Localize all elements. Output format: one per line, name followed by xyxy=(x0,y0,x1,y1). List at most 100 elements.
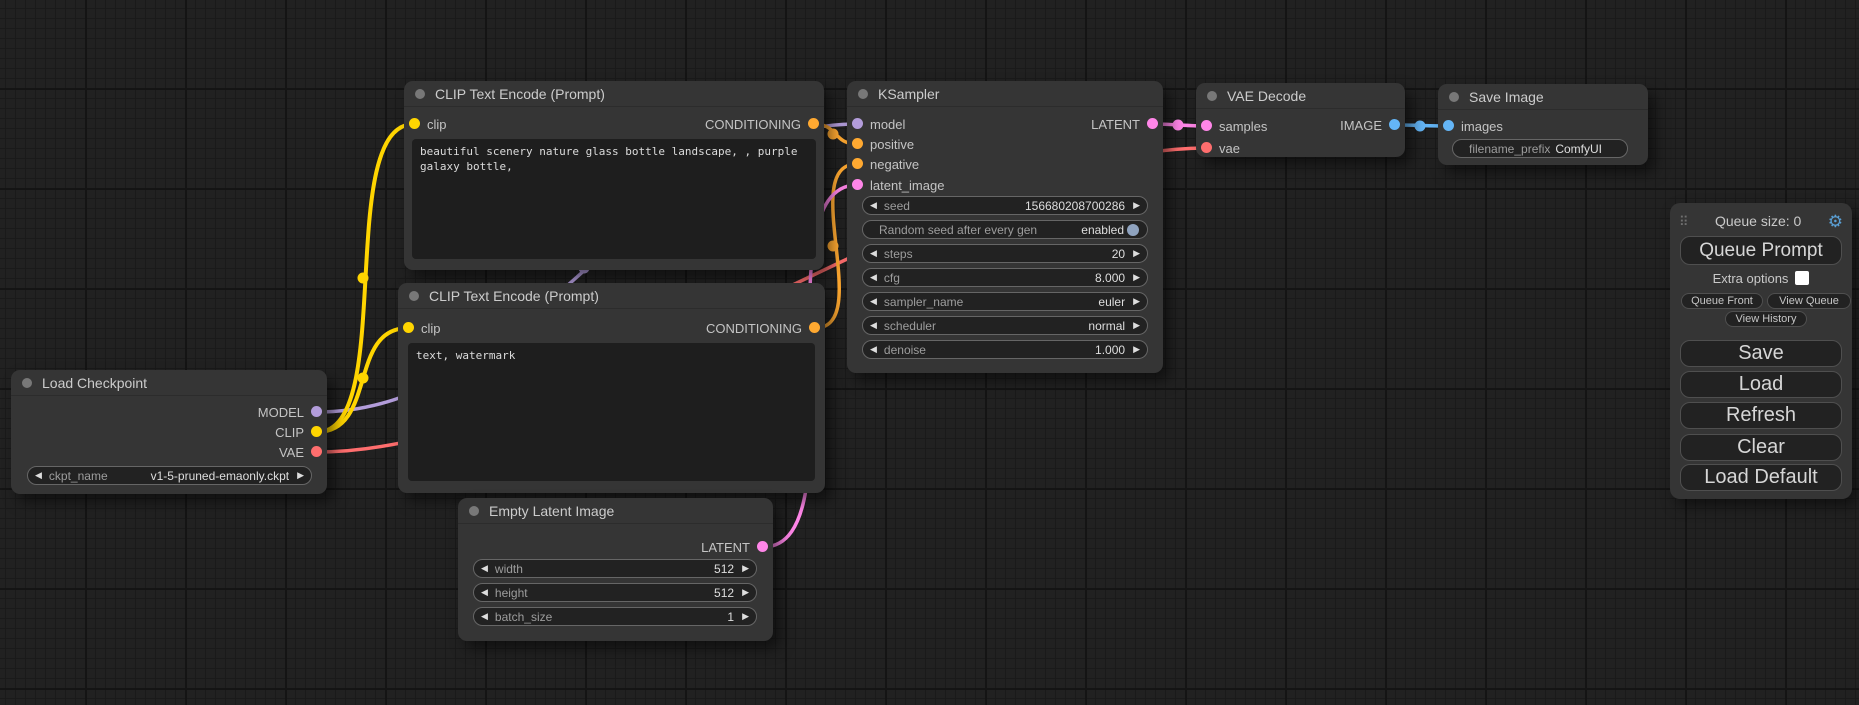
output-port-conditioning[interactable] xyxy=(808,118,819,129)
view-queue-button[interactable]: View Queue xyxy=(1767,293,1851,309)
decrement-arrow-icon[interactable]: ◀ xyxy=(870,345,877,354)
node-save-image[interactable]: Save Image images filename_prefix ComfyU… xyxy=(1438,84,1648,165)
refresh-button[interactable]: Refresh xyxy=(1680,402,1842,429)
decrement-arrow-icon[interactable]: ◀ xyxy=(35,471,42,480)
node-clip-text-encode-positive[interactable]: CLIP Text Encode (Prompt) clip CONDITION… xyxy=(404,81,824,270)
widget-value: v1-5-pruned-emaonly.ckpt xyxy=(151,469,290,483)
widget-label: batch_size xyxy=(495,610,552,624)
increment-arrow-icon[interactable]: ▶ xyxy=(1133,201,1140,210)
node-graph-canvas[interactable]: Load Checkpoint MODEL CLIP VAE ◀ ckpt_na… xyxy=(0,0,1859,705)
node-header[interactable]: CLIP Text Encode (Prompt) xyxy=(404,81,824,107)
output-port-conditioning[interactable] xyxy=(809,322,820,333)
decrement-arrow-icon[interactable]: ◀ xyxy=(870,321,877,330)
output-port-latent[interactable] xyxy=(757,541,768,552)
ckpt-name-widget[interactable]: ◀ ckpt_name v1-5-pruned-emaonly.ckpt ▶ xyxy=(27,466,312,485)
output-slot-conditioning: CONDITIONING xyxy=(404,116,824,132)
input-port-vae[interactable] xyxy=(1201,142,1212,153)
collapse-dot-icon[interactable] xyxy=(469,506,479,516)
node-header[interactable]: Save Image xyxy=(1438,84,1648,110)
input-port-positive[interactable] xyxy=(852,138,863,149)
output-port-image[interactable] xyxy=(1389,119,1400,130)
link-midpoint-dot xyxy=(1415,121,1426,132)
prompt-textarea[interactable]: text, watermark xyxy=(408,343,815,481)
sampler-name-widget[interactable]: ◀ sampler_name euler ▶ xyxy=(862,292,1148,311)
scheduler-widget[interactable]: ◀ scheduler normal ▶ xyxy=(862,316,1148,335)
input-port-negative[interactable] xyxy=(852,158,863,169)
output-port-latent[interactable] xyxy=(1147,118,1158,129)
input-port-images[interactable] xyxy=(1443,120,1454,131)
decrement-arrow-icon[interactable]: ◀ xyxy=(481,564,488,573)
prompt-textarea[interactable]: beautiful scenery nature glass bottle la… xyxy=(412,139,816,259)
increment-arrow-icon[interactable]: ▶ xyxy=(1133,321,1140,330)
decrement-arrow-icon[interactable]: ◀ xyxy=(870,201,877,210)
toggle-knob-icon[interactable] xyxy=(1127,224,1139,236)
increment-arrow-icon[interactable]: ▶ xyxy=(1133,273,1140,282)
collapse-dot-icon[interactable] xyxy=(1449,92,1459,102)
increment-arrow-icon[interactable]: ▶ xyxy=(1133,297,1140,306)
seed-widget[interactable]: ◀ seed 156680208700286 ▶ xyxy=(862,196,1148,215)
queue-front-button[interactable]: Queue Front xyxy=(1681,293,1763,309)
width-widget[interactable]: ◀ width 512 ▶ xyxy=(473,559,757,578)
drag-handle-icon[interactable]: ⠿ xyxy=(1679,215,1689,228)
collapse-dot-icon[interactable] xyxy=(409,291,419,301)
widget-value: 512 xyxy=(714,586,734,600)
node-title: CLIP Text Encode (Prompt) xyxy=(429,288,599,304)
collapse-dot-icon[interactable] xyxy=(1207,91,1217,101)
output-label: VAE xyxy=(279,445,304,460)
input-slot-latent-image: latent_image xyxy=(847,177,1163,193)
output-port-vae[interactable] xyxy=(311,446,322,457)
cfg-widget[interactable]: ◀ cfg 8.000 ▶ xyxy=(862,268,1148,287)
node-title: Empty Latent Image xyxy=(489,503,614,519)
node-header[interactable]: Load Checkpoint xyxy=(11,370,327,396)
collapse-dot-icon[interactable] xyxy=(415,89,425,99)
increment-arrow-icon[interactable]: ▶ xyxy=(1133,345,1140,354)
node-header[interactable]: VAE Decode xyxy=(1196,83,1405,109)
output-slot-latent: LATENT xyxy=(458,539,773,555)
widget-label: Random seed after every gen xyxy=(879,223,1037,237)
node-header[interactable]: KSampler xyxy=(847,81,1163,107)
collapse-dot-icon[interactable] xyxy=(22,378,32,388)
node-header[interactable]: Empty Latent Image xyxy=(458,498,773,524)
increment-arrow-icon[interactable]: ▶ xyxy=(297,471,304,480)
decrement-arrow-icon[interactable]: ◀ xyxy=(870,249,877,258)
node-ksampler[interactable]: KSampler model positive negative latent_… xyxy=(847,81,1163,373)
collapse-dot-icon[interactable] xyxy=(858,89,868,99)
node-header[interactable]: CLIP Text Encode (Prompt) xyxy=(398,283,825,309)
clear-button[interactable]: Clear xyxy=(1680,434,1842,461)
link-midpoint-dot xyxy=(358,373,369,384)
settings-gear-icon[interactable]: ⚙ xyxy=(1828,213,1843,230)
decrement-arrow-icon[interactable]: ◀ xyxy=(870,297,877,306)
decrement-arrow-icon[interactable]: ◀ xyxy=(481,588,488,597)
node-empty-latent-image[interactable]: Empty Latent Image LATENT ◀ width 512 ▶ … xyxy=(458,498,773,641)
denoise-widget[interactable]: ◀ denoise 1.000 ▶ xyxy=(862,340,1148,359)
load-button[interactable]: Load xyxy=(1680,371,1842,398)
widget-label: denoise xyxy=(884,343,926,357)
extra-options-checkbox[interactable] xyxy=(1795,271,1809,285)
widget-label: seed xyxy=(884,199,910,213)
output-port-model[interactable] xyxy=(311,406,322,417)
height-widget[interactable]: ◀ height 512 ▶ xyxy=(473,583,757,602)
batch-size-widget[interactable]: ◀ batch_size 1 ▶ xyxy=(473,607,757,626)
save-button[interactable]: Save xyxy=(1680,340,1842,367)
node-title: Save Image xyxy=(1469,89,1544,105)
input-port-latent-image[interactable] xyxy=(852,179,863,190)
decrement-arrow-icon[interactable]: ◀ xyxy=(870,273,877,282)
view-history-button[interactable]: View History xyxy=(1725,311,1807,327)
increment-arrow-icon[interactable]: ▶ xyxy=(742,564,749,573)
node-clip-text-encode-negative[interactable]: CLIP Text Encode (Prompt) clip CONDITION… xyxy=(398,283,825,493)
filename-prefix-widget[interactable]: filename_prefix ComfyUI xyxy=(1452,139,1628,158)
node-title: KSampler xyxy=(878,86,939,102)
increment-arrow-icon[interactable]: ▶ xyxy=(742,612,749,621)
increment-arrow-icon[interactable]: ▶ xyxy=(1133,249,1140,258)
steps-widget[interactable]: ◀ steps 20 ▶ xyxy=(862,244,1148,263)
random-seed-toggle-widget[interactable]: Random seed after every gen enabled xyxy=(862,220,1148,239)
output-port-clip[interactable] xyxy=(311,426,322,437)
node-vae-decode[interactable]: VAE Decode samples vae IMAGE xyxy=(1196,83,1405,157)
decrement-arrow-icon[interactable]: ◀ xyxy=(481,612,488,621)
increment-arrow-icon[interactable]: ▶ xyxy=(742,588,749,597)
node-load-checkpoint[interactable]: Load Checkpoint MODEL CLIP VAE ◀ ckpt_na… xyxy=(11,370,327,494)
queue-panel: ⠿ Queue size: 0 ⚙ Queue Prompt Extra opt… xyxy=(1670,203,1852,499)
load-default-button[interactable]: Load Default xyxy=(1680,464,1842,491)
output-slot-image: IMAGE xyxy=(1196,117,1405,133)
queue-prompt-button[interactable]: Queue Prompt xyxy=(1680,236,1842,265)
